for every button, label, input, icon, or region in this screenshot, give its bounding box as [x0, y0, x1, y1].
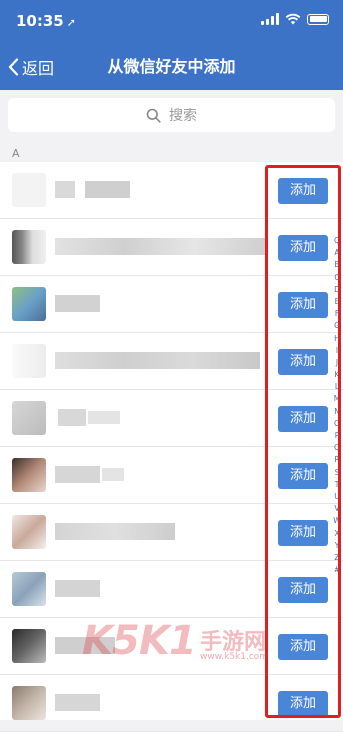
contact-name-blurred — [55, 637, 115, 654]
contact-name-blurred — [55, 466, 100, 483]
contact-name-blurred — [102, 468, 124, 481]
avatar — [12, 629, 46, 663]
avatar — [12, 572, 46, 606]
time-text: 10:35 — [16, 12, 64, 30]
status-bar: 10:35 ➚ — [0, 0, 343, 44]
contact-name-blurred — [55, 694, 100, 711]
avatar — [12, 515, 46, 549]
clock: 10:35 ➚ — [16, 12, 76, 30]
wifi-icon — [285, 13, 301, 25]
highlight-annotation — [265, 165, 341, 718]
search-icon — [146, 108, 161, 123]
location-arrow-icon: ➚ — [66, 16, 76, 29]
contact-name-blurred — [55, 295, 100, 312]
avatar — [12, 458, 46, 492]
avatar — [12, 230, 46, 264]
avatar — [12, 173, 46, 207]
section-header: A — [12, 147, 20, 160]
contact-name-blurred — [55, 181, 75, 198]
avatar — [12, 686, 46, 720]
contact-name-blurred — [88, 411, 120, 424]
contact-name-blurred — [55, 580, 100, 597]
avatar — [12, 401, 46, 435]
contact-name-blurred — [85, 181, 130, 198]
signal-icon — [261, 13, 279, 25]
avatar — [12, 287, 46, 321]
contact-name-blurred — [58, 409, 86, 426]
status-icons — [261, 13, 329, 25]
contact-name-blurred — [55, 238, 265, 255]
battery-icon — [307, 13, 329, 25]
contact-name-blurred — [55, 523, 175, 540]
search-input[interactable]: 搜索 — [8, 98, 335, 132]
search-placeholder: 搜索 — [169, 108, 197, 124]
contact-name-blurred — [55, 352, 260, 369]
navigation-bar: 返回 从微信好友中添加 — [0, 44, 343, 90]
avatar — [12, 344, 46, 378]
page-title: 从微信好友中添加 — [107, 57, 236, 76]
